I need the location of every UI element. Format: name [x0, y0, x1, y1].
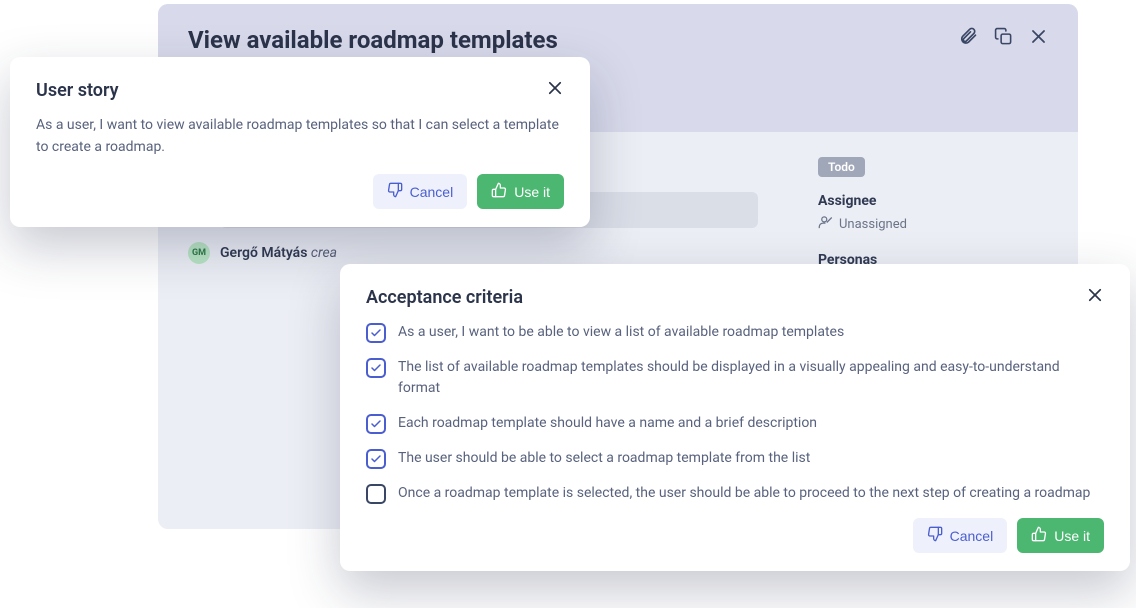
criteria-list: As a user, I want to be able to view a l…	[366, 322, 1104, 504]
criteria-item: Each roadmap template should have a name…	[366, 413, 1104, 434]
acceptance-popover: Acceptance criteria As a user, I want to…	[340, 264, 1130, 571]
user-story-header: User story	[36, 79, 564, 101]
acceptance-header: Acceptance criteria	[366, 286, 1104, 308]
cancel-button[interactable]: Cancel	[373, 174, 468, 209]
task-right-col: Todo Assignee Unassigned Personas	[818, 156, 1048, 278]
cancel-label: Cancel	[950, 528, 994, 544]
task-header-actions	[958, 26, 1048, 46]
thumbs-up-icon	[1031, 526, 1047, 545]
attachment-icon[interactable]	[958, 26, 978, 46]
avatar: GM	[188, 242, 210, 264]
cancel-label: Cancel	[410, 184, 454, 200]
criteria-checkbox[interactable]	[366, 414, 386, 434]
criteria-text: As a user, I want to be able to view a l…	[398, 322, 844, 343]
criteria-text: Each roadmap template should have a name…	[398, 413, 817, 434]
activity-row: GM Gergő Mátyás crea	[188, 242, 758, 264]
criteria-item: The list of available roadmap templates …	[366, 357, 1104, 399]
copy-icon[interactable]	[994, 27, 1013, 46]
task-title: View available roadmap templates	[188, 26, 558, 54]
status-badge[interactable]: Todo	[818, 157, 865, 177]
user-story-title: User story	[36, 80, 119, 101]
criteria-item: The user should be able to select a road…	[366, 448, 1104, 469]
criteria-checkbox[interactable]	[366, 358, 386, 378]
close-icon[interactable]	[546, 79, 564, 101]
activity-verb: crea	[311, 245, 337, 261]
user-unassigned-icon	[818, 215, 833, 234]
close-icon[interactable]	[1086, 286, 1104, 308]
criteria-text: The user should be able to select a road…	[398, 448, 810, 469]
activity-text: Gergő Mátyás crea	[220, 245, 337, 261]
use-it-button[interactable]: Use it	[477, 174, 564, 209]
thumbs-down-icon	[387, 182, 403, 201]
use-it-label: Use it	[514, 184, 550, 200]
assignee-text: Unassigned	[839, 217, 907, 232]
close-icon[interactable]	[1029, 27, 1048, 46]
thumbs-up-icon	[491, 182, 507, 201]
use-it-button[interactable]: Use it	[1017, 518, 1104, 553]
criteria-checkbox[interactable]	[366, 484, 386, 504]
criteria-text: Once a roadmap template is selected, the…	[398, 483, 1090, 504]
criteria-item: Once a roadmap template is selected, the…	[366, 483, 1104, 504]
use-it-label: Use it	[1054, 528, 1090, 544]
criteria-checkbox[interactable]	[366, 323, 386, 343]
user-story-body: As a user, I want to view available road…	[36, 115, 564, 158]
activity-author: Gergő Mátyás	[220, 245, 307, 261]
criteria-checkbox[interactable]	[366, 449, 386, 469]
acceptance-actions: Cancel Use it	[366, 518, 1104, 553]
cancel-button[interactable]: Cancel	[913, 518, 1008, 553]
criteria-item: As a user, I want to be able to view a l…	[366, 322, 1104, 343]
acceptance-title: Acceptance criteria	[366, 287, 523, 308]
user-story-popover: User story As a user, I want to view ava…	[10, 57, 590, 227]
thumbs-down-icon	[927, 526, 943, 545]
assignee-label: Assignee	[818, 193, 1048, 209]
user-story-actions: Cancel Use it	[36, 174, 564, 209]
criteria-text: The list of available roadmap templates …	[398, 357, 1104, 399]
assignee-value[interactable]: Unassigned	[818, 215, 1048, 234]
